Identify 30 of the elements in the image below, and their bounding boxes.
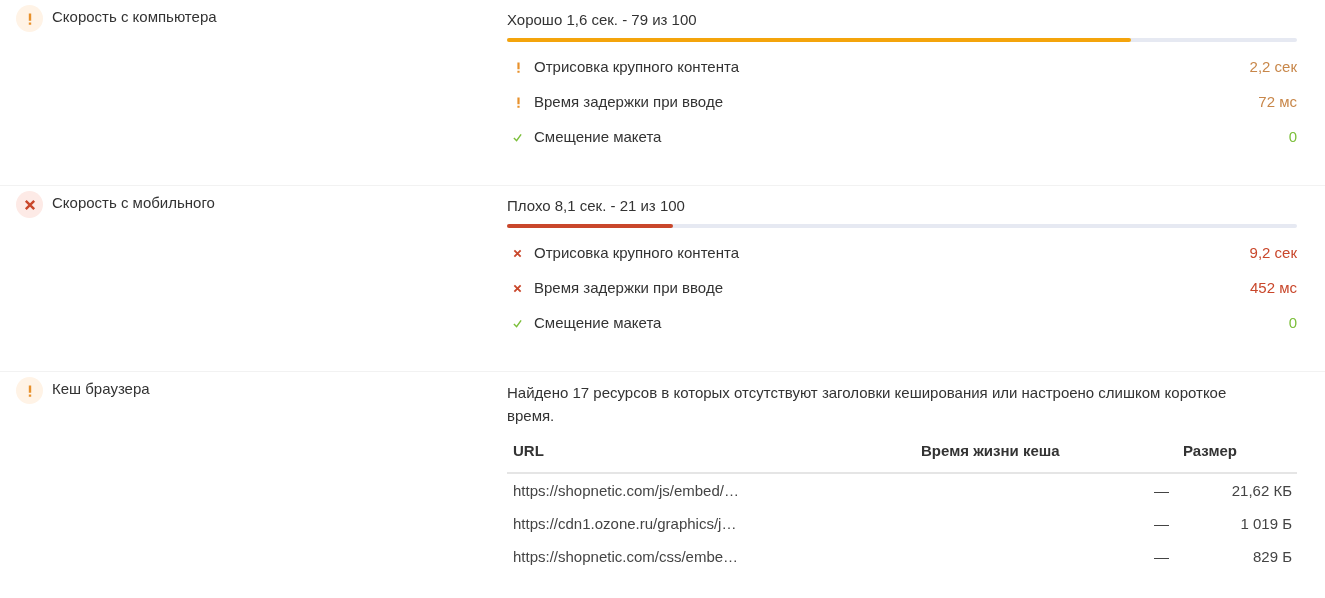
table-cell-text: 829 Б — [1251, 546, 1293, 567]
metric-label: Время задержки при вводе — [534, 91, 724, 112]
table-cell: https://shopnetic.com/js/embed/… — [507, 473, 907, 506]
section-title: Кеш браузера — [52, 379, 150, 399]
column-header: Размер — [1175, 435, 1297, 473]
table-cell-text: https://cdn1.ozone.ru/graphics/j… — [512, 513, 738, 534]
score-text: Хорошо 1,6 сек. - 79 из 100 — [507, 10, 698, 30]
metric-value: 9,2 сек — [1249, 242, 1297, 263]
description-text: Найдено 17 ресурсов в которых отсутствуют заголовки кеширования или настроено слишком короткое время. — [507, 383, 1228, 426]
table-cell: 21,62 КБ — [1175, 473, 1297, 506]
table-cell-text: 1 019 Б — [1239, 513, 1293, 534]
metric-label: Смещение макета — [534, 312, 663, 333]
table-cell-text: https://shopnetic.com/css/embe… — [512, 546, 740, 567]
table-cell-text: — — [1153, 513, 1170, 534]
metric-label: Время задержки при вводе — [534, 277, 724, 298]
column-header: URL — [507, 435, 907, 473]
column-header: Время жизни кеша — [907, 435, 1175, 473]
metric-label: Смещение макета — [534, 126, 663, 147]
metric-value: 2,2 сек — [1249, 56, 1297, 77]
table-cell-text: — — [1153, 546, 1170, 567]
metric-value: 0 — [1288, 312, 1297, 333]
section-title: Скорость с мобильного — [52, 193, 215, 213]
score-text: Плохо 8,1 сек. - 21 из 100 — [507, 196, 686, 216]
metric-value: 452 мс — [1250, 277, 1297, 298]
metric-value: 0 — [1288, 126, 1297, 147]
section-title: Скорость с компьютера — [52, 7, 217, 27]
metric-label: Отрисовка крупного контента — [534, 56, 740, 77]
metric-label: Отрисовка крупного контента — [534, 242, 740, 263]
metric-value: 72 мс — [1258, 91, 1297, 112]
table-cell: — — [907, 473, 1175, 506]
